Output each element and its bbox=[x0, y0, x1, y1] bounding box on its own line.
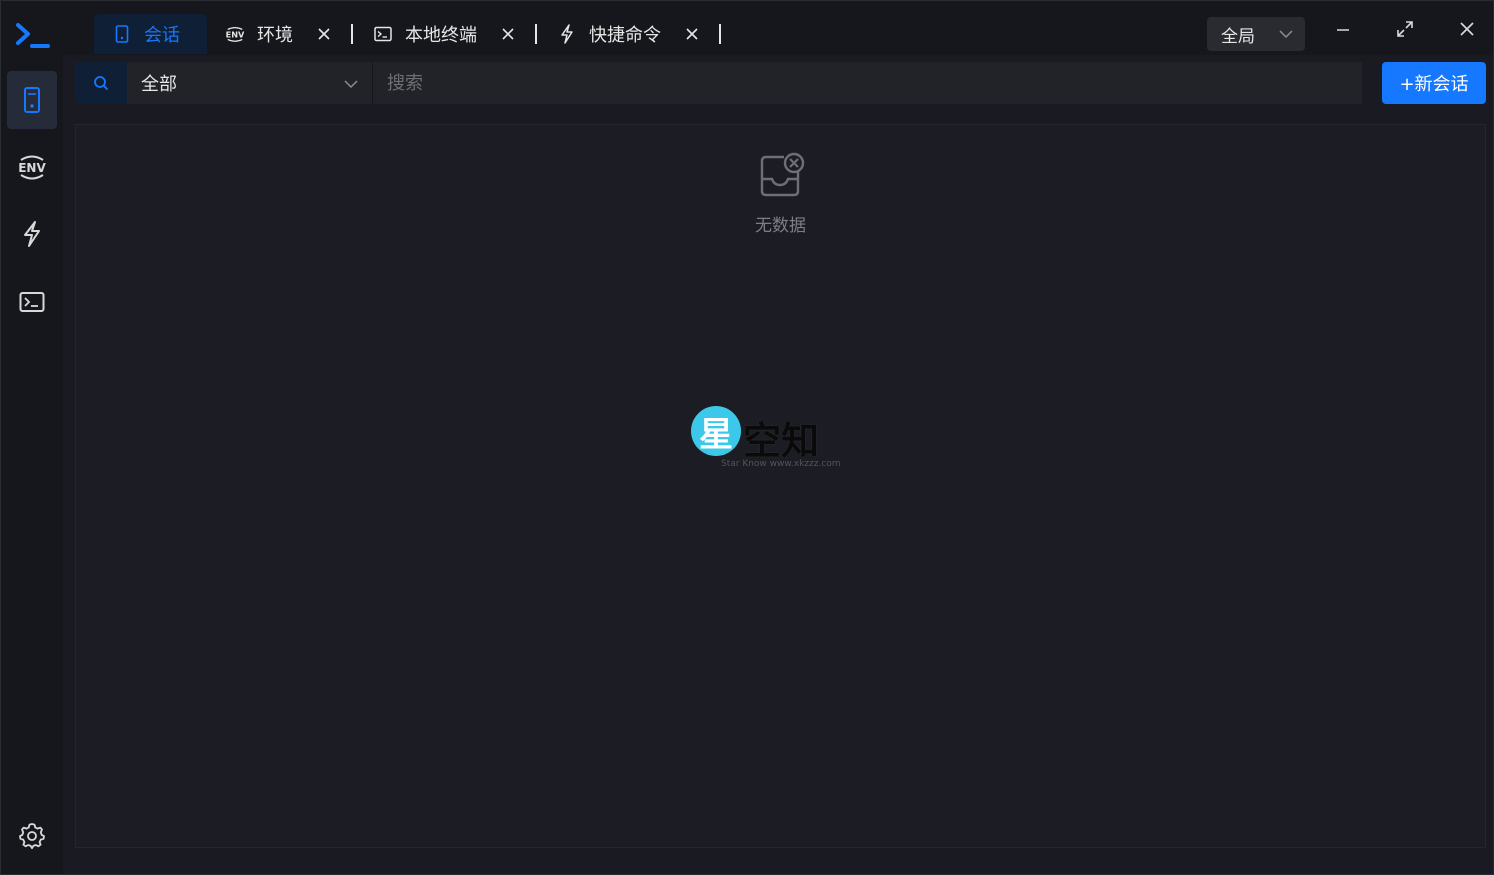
chevron-down-icon bbox=[344, 73, 358, 94]
minimize-icon bbox=[1337, 29, 1349, 31]
app-logo-icon bbox=[16, 23, 50, 48]
server-icon bbox=[24, 87, 40, 113]
tab-label: 会话 bbox=[144, 25, 180, 46]
search-icon bbox=[94, 76, 109, 91]
close-window-button[interactable] bbox=[1453, 15, 1481, 43]
sidebar: ENV bbox=[1, 55, 63, 874]
tab-divider bbox=[535, 24, 537, 44]
title-bar: 会话 ENV 环境 本地终端 快捷命令 全局 bbox=[1, 1, 1493, 55]
sidebar-item-quick-commands[interactable] bbox=[7, 205, 57, 263]
server-icon bbox=[112, 24, 132, 44]
tab-env[interactable]: ENV 环境 bbox=[207, 14, 349, 54]
sidebar-item-terminal[interactable] bbox=[7, 273, 57, 331]
maximize-button[interactable] bbox=[1391, 15, 1419, 43]
minimize-button[interactable] bbox=[1329, 15, 1357, 43]
svg-text:ENV: ENV bbox=[18, 161, 46, 175]
tab-divider bbox=[351, 24, 353, 44]
close-icon[interactable] bbox=[685, 27, 699, 41]
sidebar-item-settings[interactable] bbox=[7, 806, 57, 864]
scope-select[interactable]: 全局 bbox=[1207, 17, 1305, 51]
chevron-down-icon bbox=[1279, 24, 1293, 44]
terminal-icon bbox=[373, 24, 393, 44]
close-icon bbox=[1460, 22, 1474, 36]
sidebar-item-sessions[interactable] bbox=[7, 71, 57, 129]
expand-icon bbox=[1397, 21, 1413, 37]
gear-icon bbox=[19, 823, 45, 849]
scope-value: 全局 bbox=[1221, 26, 1255, 47]
sidebar-item-env[interactable]: ENV bbox=[7, 138, 57, 196]
app-window: 会话 ENV 环境 本地终端 快捷命令 全局 ENV 全部 搜索 +新会话 无数… bbox=[0, 0, 1494, 875]
watermark-circle: 星 bbox=[691, 406, 741, 456]
svg-text:ENV: ENV bbox=[226, 30, 245, 40]
tab-label: 环境 bbox=[257, 25, 293, 46]
group-select-value: 全部 bbox=[141, 74, 177, 95]
tab-divider bbox=[719, 24, 721, 44]
lightning-icon bbox=[557, 24, 577, 44]
search-bar: 全部 bbox=[75, 62, 1362, 104]
tab-sessions[interactable]: 会话 bbox=[94, 14, 207, 54]
new-session-button[interactable]: +新会话 bbox=[1382, 62, 1486, 104]
terminal-icon bbox=[19, 292, 45, 312]
watermark-text: 空知 bbox=[743, 419, 820, 463]
tab-quick-commands[interactable]: 快捷命令 bbox=[539, 14, 717, 54]
tab-local-terminal[interactable]: 本地终端 bbox=[355, 14, 533, 54]
no-data-icon bbox=[760, 152, 804, 197]
watermark-subtext: Star Know www.xkzzz.com bbox=[721, 459, 841, 469]
group-select[interactable]: 全部 bbox=[127, 62, 373, 104]
empty-state: 无数据 bbox=[76, 151, 1485, 236]
close-icon[interactable] bbox=[317, 27, 331, 41]
empty-state-text: 无数据 bbox=[755, 216, 806, 236]
search-button[interactable] bbox=[75, 62, 127, 104]
tab-label: 快捷命令 bbox=[589, 25, 661, 46]
tab-label: 本地终端 bbox=[405, 25, 477, 46]
tab-bar: 会话 ENV 环境 本地终端 快捷命令 bbox=[94, 14, 723, 54]
lightning-icon bbox=[24, 221, 40, 247]
env-icon: ENV bbox=[18, 155, 46, 180]
close-icon[interactable] bbox=[501, 27, 515, 41]
search-input[interactable] bbox=[373, 62, 1362, 104]
env-icon: ENV bbox=[225, 24, 245, 44]
session-list-panel: 无数据 bbox=[75, 124, 1486, 848]
watermark-logo: 星 空知 Star Know www.xkzzz.com bbox=[691, 406, 841, 472]
